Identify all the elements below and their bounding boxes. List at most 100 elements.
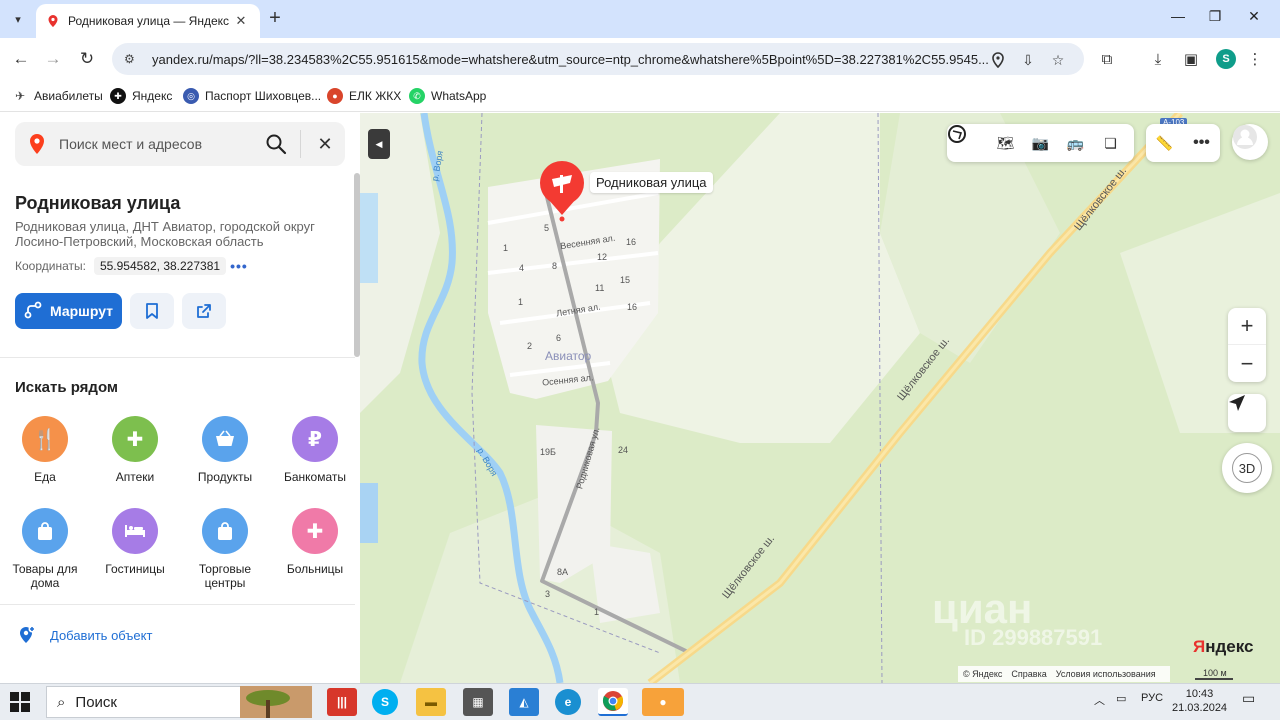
file-explorer-icon[interactable]: ▬	[416, 688, 446, 716]
app-red-icon[interactable]: |||	[327, 688, 357, 716]
pin-label[interactable]: Родниковая улица	[590, 172, 713, 193]
tab-strip: ▾ Родниковая улица — Яндекс Карты ✕ + — …	[0, 0, 1280, 38]
tray-expand-icon[interactable]: ︿	[1094, 692, 1105, 708]
3d-button[interactable]: 3D	[1222, 443, 1272, 493]
edge-icon[interactable]: e	[555, 689, 581, 715]
clock[interactable]: 10:43 21.03.2024	[1172, 687, 1227, 715]
panel-divider	[0, 357, 355, 358]
bookmark-whatsapp[interactable]: ✆ WhatsApp	[409, 86, 486, 106]
house-number: 11	[595, 283, 605, 293]
bookmark-elk-zhkh[interactable]: ● ЕЛК ЖКХ	[327, 86, 401, 106]
route-button[interactable]: Маршрут	[15, 293, 122, 329]
search-box: ✕	[15, 122, 345, 166]
yandex-logo[interactable]: Яндекс	[1193, 637, 1253, 657]
help-link[interactable]: Справка	[1011, 669, 1046, 679]
forward-icon[interactable]: →	[40, 46, 66, 72]
share-button[interactable]	[182, 293, 226, 329]
language-indicator[interactable]: РУС	[1141, 692, 1163, 704]
windows-taskbar: ⌕ Поиск ||| S ▬ ▦ ◭ e ● ︿ ▭ РУС 10:43 21…	[0, 683, 1280, 720]
settlement-label: Авиатор	[545, 349, 592, 363]
passport-icon: ◎	[183, 88, 199, 104]
user-avatar[interactable]	[1232, 124, 1268, 160]
chrome-menu-icon[interactable]: ⋮	[1244, 48, 1266, 70]
search-highlight-image[interactable]	[240, 686, 312, 718]
tab-close-icon[interactable]: ✕	[232, 13, 250, 29]
bookmark-star-icon[interactable]: ☆	[1048, 50, 1068, 70]
house-number: 4	[519, 263, 525, 273]
side-panel: ✕ Родниковая улица Родниковая улица, ДНТ…	[0, 113, 360, 683]
bookmark-button[interactable]	[130, 293, 174, 329]
ruler-icon[interactable]: 📏	[1153, 131, 1177, 155]
search-icon[interactable]	[265, 133, 287, 155]
house-number: 6	[556, 333, 562, 343]
search-input[interactable]	[59, 132, 259, 156]
bookmark-passport[interactable]: ◎ Паспорт Шиховцев...	[183, 86, 321, 106]
chrome-icon[interactable]	[598, 688, 628, 716]
skype-icon[interactable]: S	[372, 689, 398, 715]
map-canvas[interactable]: р. Воря р. Воря Весенняя ал. Летняя ал. …	[360, 113, 1280, 683]
battery-icon[interactable]: ▭	[1116, 692, 1126, 705]
bookmark-yandex[interactable]: ✚ Яндекс	[110, 86, 172, 106]
house-number: 16	[627, 302, 638, 312]
panorama-camera-icon[interactable]: 📷	[1029, 131, 1053, 155]
windows-start-icon[interactable]	[10, 692, 30, 712]
zoom-in-button[interactable]: +	[1228, 308, 1266, 345]
route-icon	[24, 301, 42, 322]
add-object-link[interactable]: Добавить объект	[18, 625, 152, 645]
search-separator	[300, 130, 301, 158]
install-app-icon[interactable]: ⇩	[1018, 50, 1038, 70]
profile-avatar[interactable]: S	[1216, 49, 1236, 69]
zoom-out-button[interactable]: −	[1228, 345, 1266, 382]
more-icon[interactable]: •••	[1190, 131, 1214, 155]
zoom-control: + −	[1228, 308, 1266, 382]
tab-yandex-maps[interactable]: Родниковая улица — Яндекс Карты ✕	[36, 4, 260, 38]
extensions-icon[interactable]: ⧉	[1096, 48, 1118, 70]
category-pharmacy[interactable]: ✚ Аптеки	[95, 416, 175, 484]
airplane-icon: ✈	[14, 89, 26, 103]
url-text: yandex.ru/maps/?ll=38.234583%2C55.951615…	[152, 51, 989, 67]
app-orange-icon[interactable]: ●	[642, 688, 684, 716]
category-food[interactable]: 🍴 Еда	[5, 416, 85, 484]
copyright-link[interactable]: © Яндекс	[963, 669, 1002, 679]
coordinates-value[interactable]: 55.954582, 38.227381	[93, 257, 227, 275]
transport-bus-icon[interactable]: 🚌	[1064, 131, 1088, 155]
category-groceries[interactable]: Продукты	[185, 416, 265, 484]
side-panel-icon[interactable]: ▣	[1180, 48, 1202, 70]
reload-icon[interactable]: ↻	[74, 46, 100, 72]
site-info-icon[interactable]: ⚙	[124, 52, 142, 66]
clear-search-icon[interactable]: ✕	[313, 132, 337, 156]
house-number: 2	[527, 341, 533, 351]
window-close-icon[interactable]: ✕	[1242, 8, 1266, 30]
scheme-layer-icon[interactable]	[948, 125, 983, 155]
coordinates-more-button[interactable]: •••	[230, 258, 248, 274]
panel-divider	[0, 604, 355, 605]
photos-icon[interactable]: ◭	[509, 688, 539, 716]
collapse-panel-button[interactable]: ◀	[368, 129, 390, 159]
pond-northwest	[360, 193, 378, 283]
restore-icon[interactable]: ❐	[1203, 8, 1227, 30]
minimize-icon[interactable]: —	[1166, 8, 1190, 30]
locate-me-button[interactable]	[1228, 394, 1266, 432]
calculator-icon[interactable]: ▦	[463, 688, 493, 716]
layers-icon[interactable]: ❏	[1099, 131, 1123, 155]
map-book-icon[interactable]: 🗺	[994, 131, 1018, 155]
bag-icon	[22, 508, 68, 554]
category-hospitals[interactable]: ✚ Больницы	[275, 508, 355, 576]
back-icon[interactable]: ←	[8, 46, 34, 72]
address-bar[interactable]: ⚙ yandex.ru/maps/?ll=38.234583%2C55.9516…	[112, 43, 1084, 75]
category-atm[interactable]: ₽ Банкоматы	[275, 416, 355, 484]
ruble-icon: ₽	[292, 416, 338, 462]
bookmark-aviabilety[interactable]: ✈ Авиабилеты	[12, 86, 103, 106]
whatsapp-icon: ✆	[409, 88, 425, 104]
category-malls[interactable]: Торговые центры	[185, 508, 265, 590]
category-hotels[interactable]: Гостиницы	[95, 508, 175, 576]
new-tab-button[interactable]: +	[264, 8, 286, 30]
tab-search-icon[interactable]: ▾	[6, 7, 30, 31]
notifications-icon[interactable]: ▭	[1242, 690, 1255, 707]
download-icon[interactable]: ⤓	[1147, 48, 1169, 70]
category-home-goods[interactable]: Товары для дома	[5, 508, 85, 590]
house-number: 3	[545, 589, 551, 599]
location-icon[interactable]	[988, 50, 1008, 70]
terms-link[interactable]: Условия использования	[1056, 669, 1156, 679]
bookmark-icon	[146, 303, 158, 319]
